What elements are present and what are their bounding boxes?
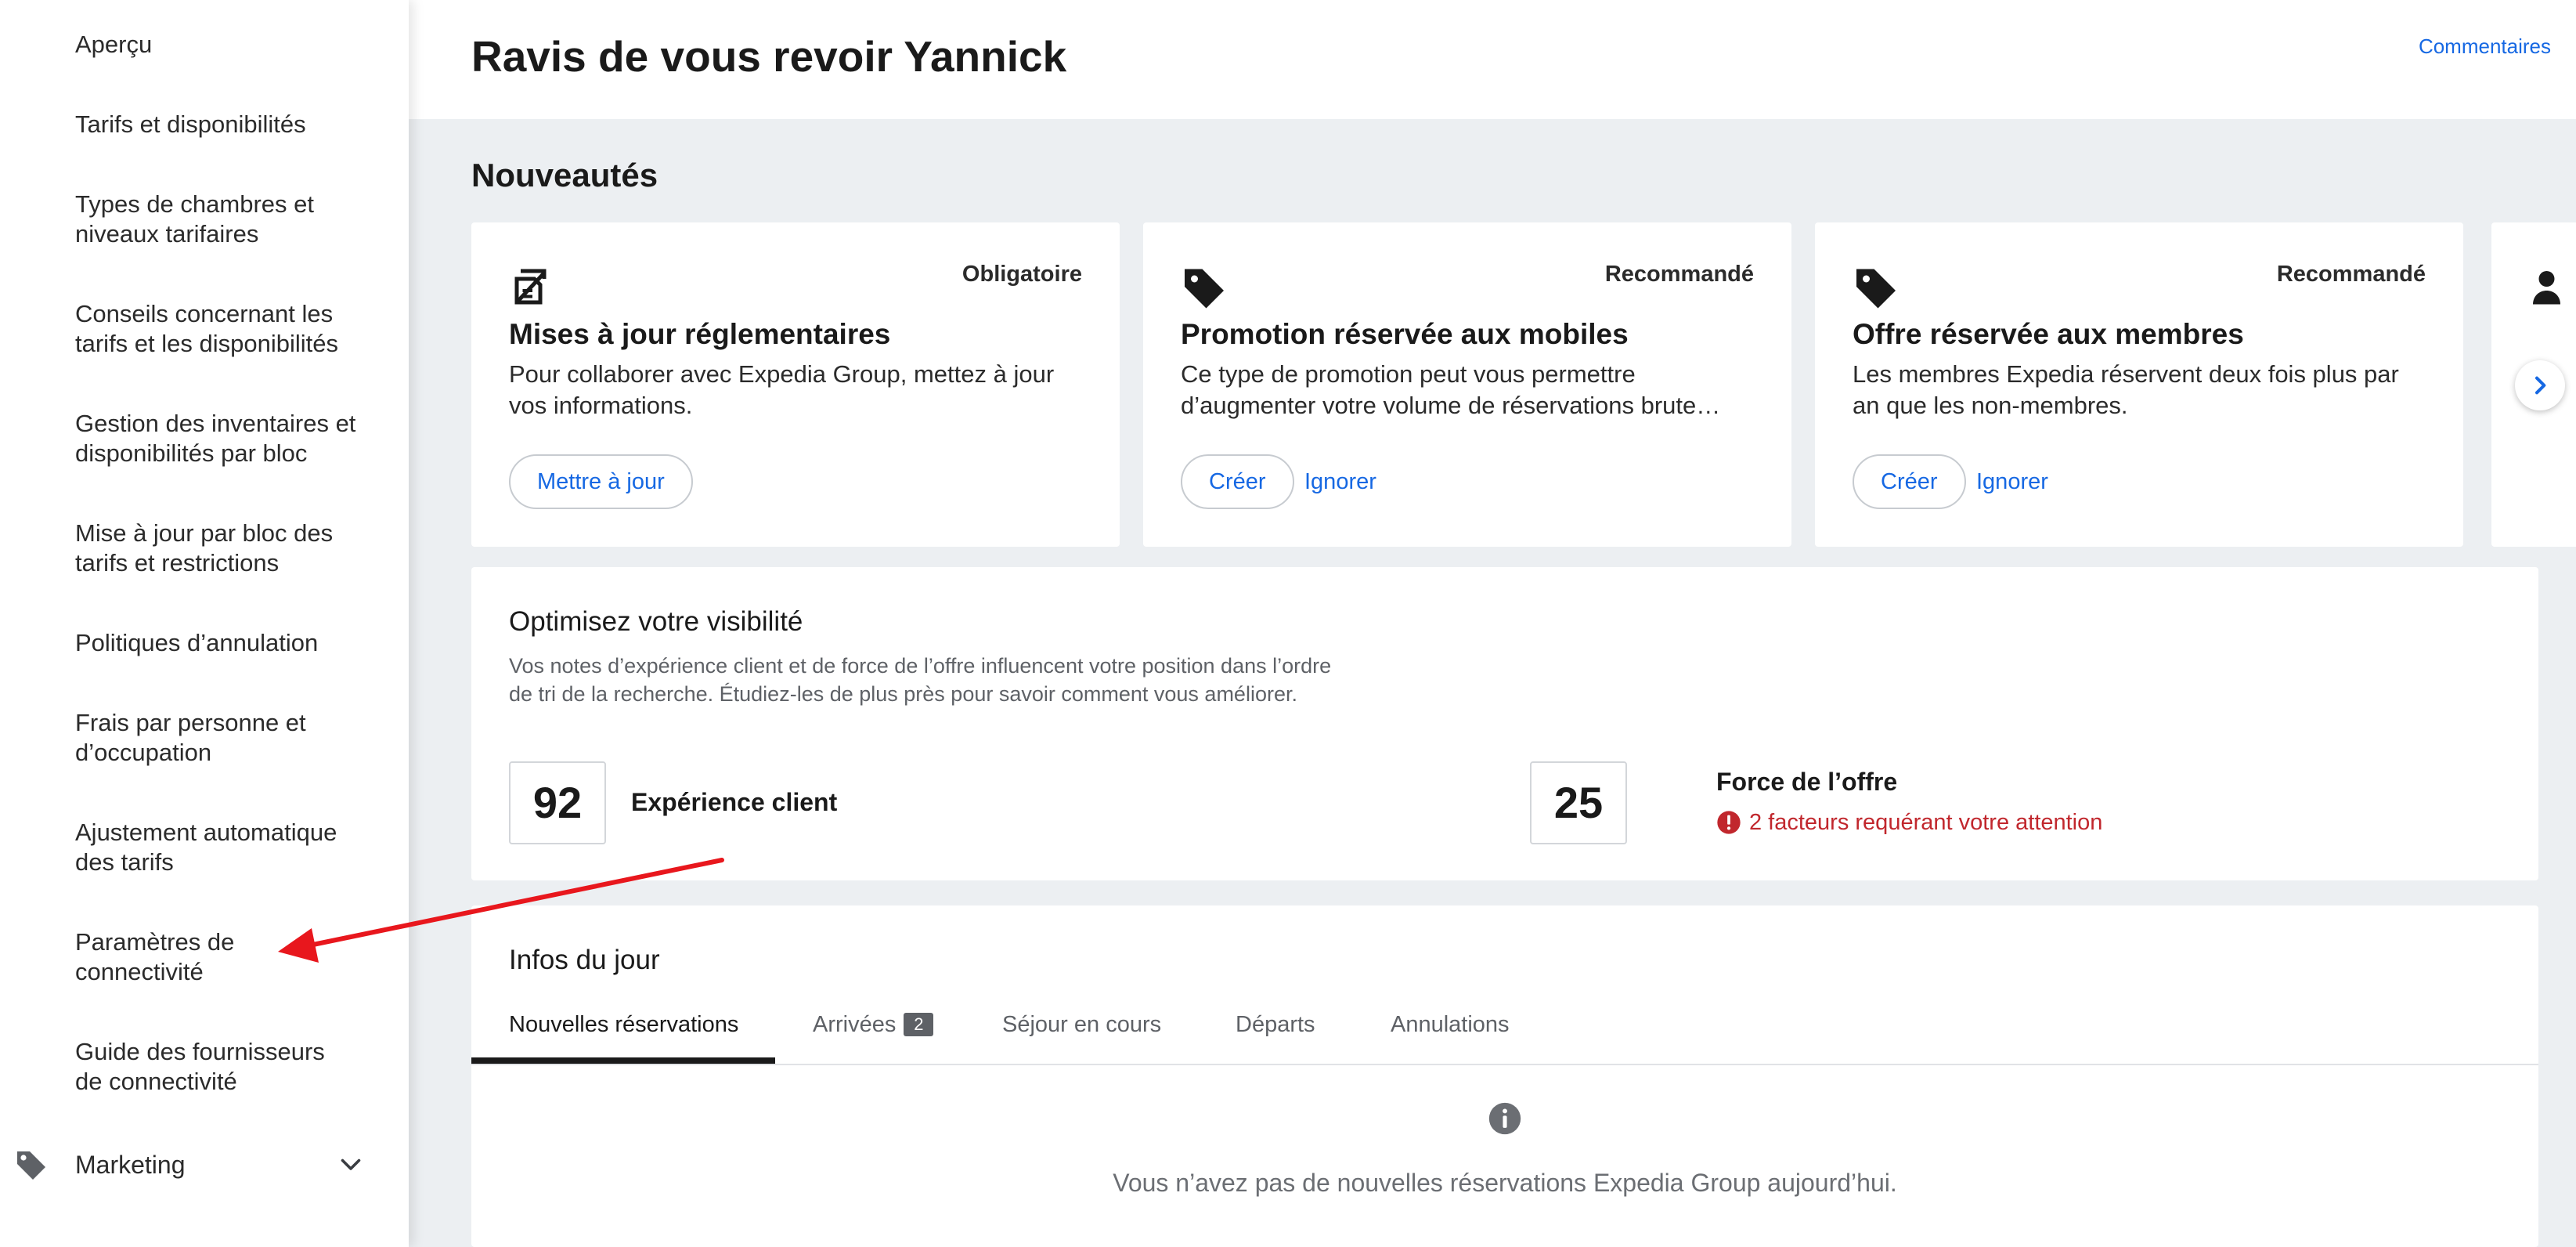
guest-experience-score: 92 (509, 761, 606, 844)
today-title: Infos du jour (509, 945, 660, 975)
offer-strength-score: 25 (1530, 761, 1627, 844)
alert-icon (1717, 811, 1741, 834)
page-title: Ravis de vous revoir Yannick (471, 32, 1067, 81)
visibility-panel: Optimisez votre visibilité Vos notes d’e… (471, 567, 2538, 880)
sidebar-item-marketing[interactable]: Marketing (0, 1137, 409, 1192)
empty-state-message: Vous n’avez pas de nouvelles réservation… (1113, 1169, 1897, 1197)
warning-text: 2 facteurs requérant votre attention (1749, 810, 2103, 835)
card-title: Mises à jour réglementaires (509, 318, 891, 350)
tab-label: Arrivées (813, 1012, 897, 1037)
tag-icon (1185, 269, 1224, 309)
sidebar: Aperçu Tarifs et disponibilités Types de… (0, 0, 409, 1247)
main-content: Ravis de vous revoir Yannick Commentaire… (409, 0, 2576, 1247)
chevron-right-icon (2535, 376, 2546, 395)
sidebar-item-mise-a-jour-bloc[interactable]: Mise à jour par bloc des tarifs et restr… (75, 519, 357, 578)
sidebar-item-ajustement-tarifs[interactable]: Ajustement automatique des tarifs (75, 818, 373, 877)
tag-icon (1856, 269, 1896, 309)
sidebar-item-guide-fournisseurs[interactable]: Guide des fournisseurs de connectivité (75, 1037, 357, 1097)
card-badge-recommended: Recommandé (2276, 262, 2426, 287)
active-tab-indicator (471, 1057, 775, 1064)
card-badge-mandatory: Obligatoire (961, 262, 1082, 287)
tab-arrivals[interactable]: Arrivées 2 (813, 1012, 934, 1038)
card-icon (2533, 271, 2560, 305)
sidebar-item-frais-occupation[interactable]: Frais par personne et d’occupation (75, 708, 341, 768)
tab-new-bookings[interactable]: Nouvelles réservations (509, 1012, 738, 1038)
page-header: Ravis de vous revoir Yannick Commentaire… (409, 0, 2576, 119)
create-button[interactable]: Créer (1853, 454, 1966, 509)
news-card-member-offer: Recommandé Offre réservée aux membres Le… (1815, 222, 2463, 547)
ignore-button[interactable]: Ignorer (1976, 454, 2048, 509)
sidebar-item-types-chambres[interactable]: Types de chambres et niveaux tarifaires (75, 190, 357, 249)
sidebar-item-politiques-annulation[interactable]: Politiques d’annulation (75, 628, 388, 658)
card-description: Ce type de promotion peut vous permettre… (1181, 360, 1721, 419)
regulatory-document-icon (514, 269, 547, 305)
tab-departures[interactable]: Départs (1236, 1012, 1315, 1038)
sidebar-item-label: Marketing (75, 1151, 186, 1179)
create-button[interactable]: Créer (1181, 454, 1294, 509)
news-section-title: Nouveautés (471, 157, 658, 193)
today-tabs: Nouvelles réservations Arrivées 2 Séjour … (471, 999, 2538, 1065)
card-description: Les membres Expedia réservent deux fois … (1853, 360, 2399, 419)
sidebar-item-conseils-tarifs[interactable]: Conseils concernant les tarifs et les di… (75, 299, 373, 359)
news-card-regulatory: Obligatoire Mises à jour réglementaires … (471, 222, 1120, 547)
offer-strength-label[interactable]: Force de l’offre (1716, 768, 1897, 797)
chevron-down-icon[interactable] (337, 1150, 365, 1178)
feedback-link[interactable]: Commentaires (2419, 34, 2551, 59)
carousel-next-button[interactable] (2515, 360, 2565, 410)
card-badge-recommended: Recommandé (1604, 262, 1754, 287)
info-icon (1488, 1102, 1521, 1135)
card-title: Offre réservée aux membres (1853, 318, 2244, 350)
today-panel: Infos du jour Nouvelles réservations Arr… (471, 905, 2538, 1247)
visibility-title: Optimisez votre visibilité (509, 606, 803, 637)
tab-in-house[interactable]: Séjour en cours (1002, 1012, 1161, 1038)
tab-cancellations[interactable]: Annulations (1391, 1012, 1510, 1038)
guest-experience-label[interactable]: Expérience client (631, 788, 837, 817)
card-title: Promotion réservée aux mobiles (1181, 318, 1629, 350)
sidebar-item-gestion-inventaires[interactable]: Gestion des inventaires et disponibilité… (75, 409, 388, 468)
visibility-description: Vos notes d’expérience client et de forc… (509, 654, 1332, 706)
news-card-mobile-promotion: Recommandé Promotion réservée aux mobile… (1143, 222, 1791, 547)
sidebar-item-parametres-connectivite[interactable]: Paramètres de connectivité (75, 927, 310, 987)
card-description: Pour collaborer avec Expedia Group, mett… (509, 360, 1055, 419)
sidebar-item-tarifs-disponibilites[interactable]: Tarifs et disponibilités (75, 110, 388, 139)
ignore-button[interactable]: Ignorer (1304, 454, 1376, 509)
sidebar-item-apercu[interactable]: Aperçu (75, 30, 388, 60)
tag-icon (17, 1151, 45, 1180)
update-button[interactable]: Mettre à jour (509, 454, 693, 509)
count-badge: 2 (904, 1013, 934, 1036)
